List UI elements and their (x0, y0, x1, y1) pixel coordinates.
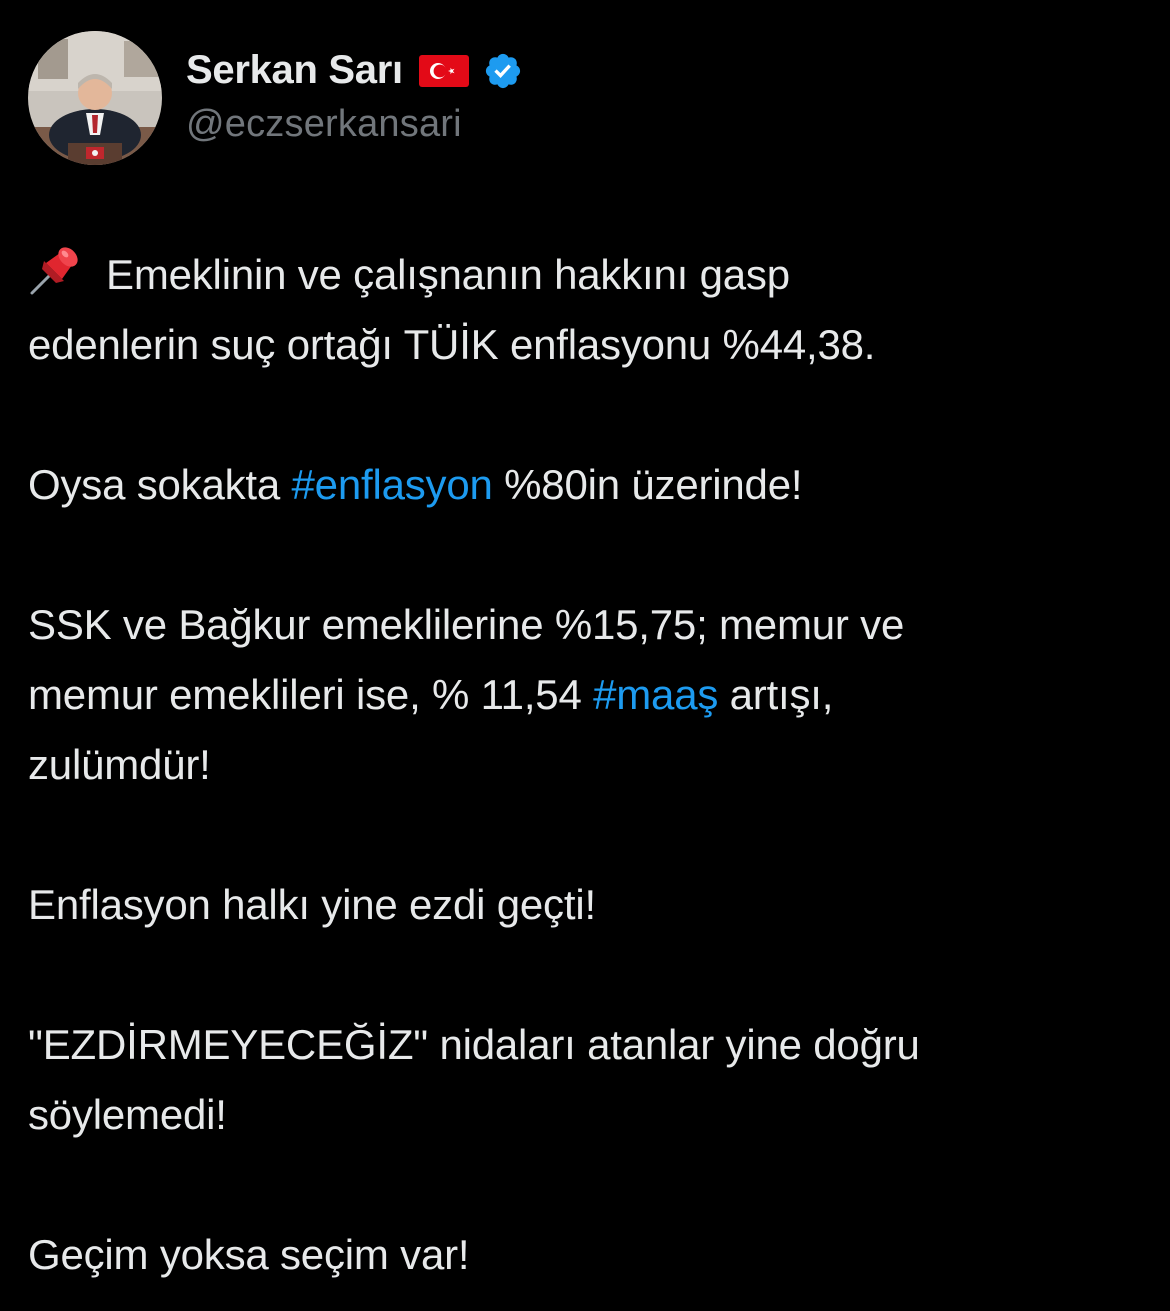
name-row: Serkan Sarı (186, 45, 523, 97)
tweet-paragraph-6: Geçim yoksa seçim var! (28, 1220, 1138, 1290)
tweet-line: söylemedi! (28, 1091, 227, 1138)
avatar-image (28, 31, 162, 165)
tweet-header: Serkan Sarı @eczserkansari (28, 30, 523, 166)
tweet-line: SSK ve Bağkur emeklilerine %15,75; memur… (28, 601, 905, 648)
display-name[interactable]: Serkan Sarı (186, 48, 403, 93)
tweet-line: Emeklinin ve çalışnanın hakkını gasp (106, 251, 790, 298)
tweet-text: Emeklinin ve çalışnanın hakkını gasp ede… (28, 240, 1138, 1290)
tweet-paragraph-5: "EZDİRMEYECEĞİZ" nidaları atanlar yine d… (28, 1010, 1138, 1150)
tweet-paragraph-4: Enflasyon halkı yine ezdi geçti! (28, 870, 1138, 940)
user-info: Serkan Sarı @eczserkansari (186, 45, 523, 146)
tweet-paragraph-2: Oysa sokakta #enflasyon %80in üzerinde! (28, 450, 1138, 520)
hashtag-maas-link[interactable]: #maaş (593, 671, 718, 718)
tweet-line: memur emeklileri ise, % 11,54 (28, 671, 594, 718)
hashtag-enflasyon-link[interactable]: #enflasyon (292, 461, 493, 508)
turkey-flag-icon (418, 54, 469, 87)
pushpin-icon (28, 243, 82, 297)
avatar[interactable] (28, 31, 162, 165)
tweet-paragraph-3: SSK ve Bağkur emeklilerine %15,75; memur… (28, 590, 1138, 800)
tweet-line: "EZDİRMEYECEĞİZ" nidaları atanlar yine d… (28, 1021, 920, 1068)
tweet-line: artışı, (718, 671, 834, 718)
tweet-line: zulümdür! (28, 741, 211, 788)
user-handle[interactable]: @eczserkansari (186, 103, 523, 146)
tweet-paragraph-1: Emeklinin ve çalışnanın hakkını gasp ede… (28, 240, 1138, 380)
tweet-line: Enflasyon halkı yine ezdi geçti! (28, 881, 596, 928)
tweet-line: Geçim yoksa seçim var! (28, 1231, 470, 1278)
tweet-line: edenlerin suç ortağı TÜİK enflasyonu %44… (28, 321, 876, 368)
tweet-line: Oysa sokakta (28, 461, 292, 508)
verified-badge-icon[interactable] (483, 51, 523, 91)
tweet-line: %80in üzerinde! (492, 461, 803, 508)
